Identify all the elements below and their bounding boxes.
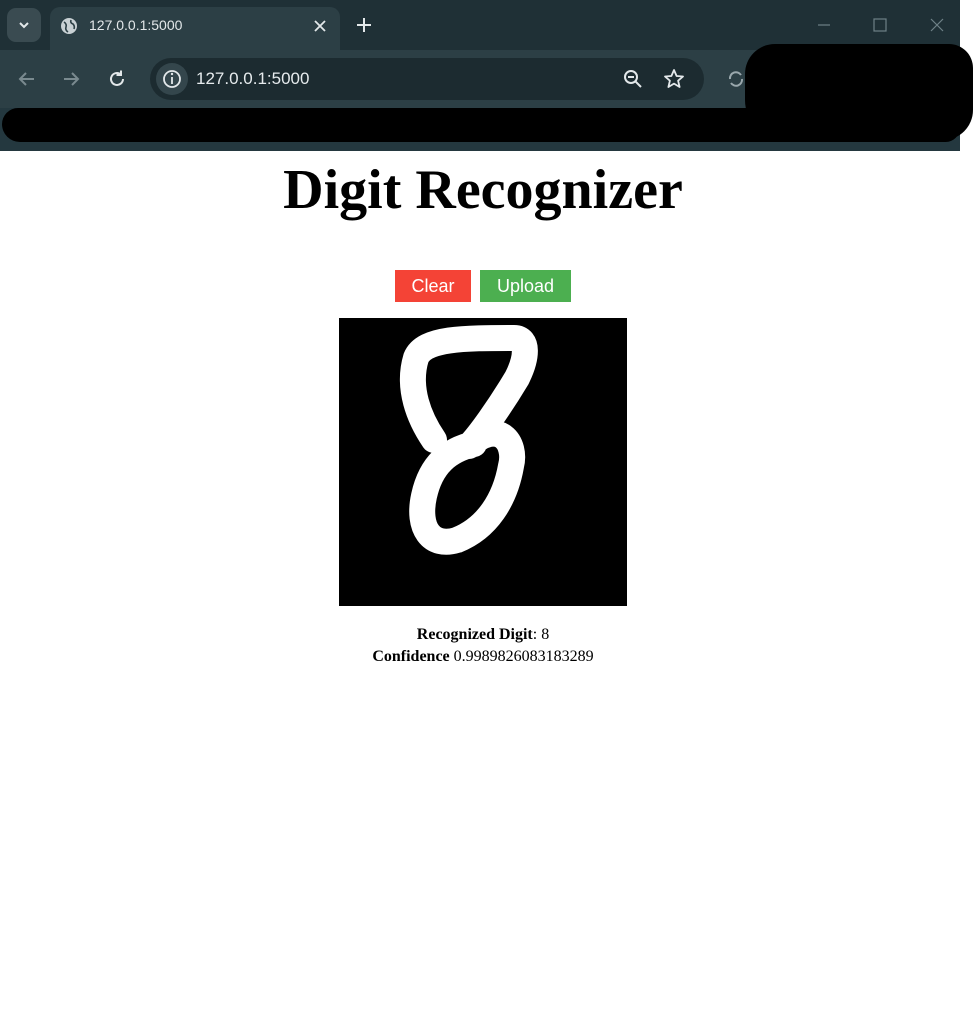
redacted-profile-area xyxy=(745,44,973,140)
maximize-icon[interactable] xyxy=(871,16,889,34)
confidence-label: Confidence xyxy=(372,648,450,665)
upload-button[interactable]: Upload xyxy=(480,270,571,302)
prediction-result: Recognized Digit: 8 Confidence 0.9989826… xyxy=(0,624,966,668)
tab-search-button[interactable] xyxy=(7,8,41,42)
reload-icon[interactable] xyxy=(106,68,128,90)
bookmark-star-icon[interactable] xyxy=(663,68,685,90)
globe-icon xyxy=(61,18,77,34)
recognized-digit-value: 8 xyxy=(541,626,550,643)
drawing-canvas[interactable] xyxy=(339,318,627,606)
info-icon xyxy=(163,70,181,88)
forward-arrow-icon[interactable] xyxy=(60,68,82,90)
clear-button[interactable]: Clear xyxy=(395,270,471,302)
sync-icon[interactable] xyxy=(726,69,746,89)
recognized-digit-label: Recognized Digit xyxy=(416,626,533,643)
zoom-out-icon[interactable] xyxy=(623,69,643,89)
tab-title: 127.0.0.1:5000 xyxy=(89,17,183,33)
confidence-value: 0.9989826083183289 xyxy=(453,648,594,665)
address-bar[interactable]: 127.0.0.1:5000 xyxy=(150,58,704,100)
back-arrow-icon[interactable] xyxy=(16,68,38,90)
confidence-line: Confidence 0.9989826083183289 xyxy=(0,646,966,668)
close-tab-icon[interactable] xyxy=(311,17,329,35)
page-title: Digit Recognizer xyxy=(283,159,683,221)
url-text: 127.0.0.1:5000 xyxy=(196,69,310,88)
browser-tab[interactable]: 127.0.0.1:5000 xyxy=(50,7,340,50)
tab-strip: 127.0.0.1:5000 xyxy=(0,0,960,50)
minimize-icon[interactable] xyxy=(815,16,833,34)
recognized-digit-separator: : xyxy=(532,626,538,643)
new-tab-icon[interactable] xyxy=(355,16,373,34)
close-window-icon[interactable] xyxy=(928,16,946,34)
chevron-down-icon xyxy=(19,22,29,29)
site-info-button[interactable] xyxy=(156,63,188,95)
recognized-digit-line: Recognized Digit: 8 xyxy=(0,624,966,646)
handwritten-digit-stroke xyxy=(399,325,538,555)
